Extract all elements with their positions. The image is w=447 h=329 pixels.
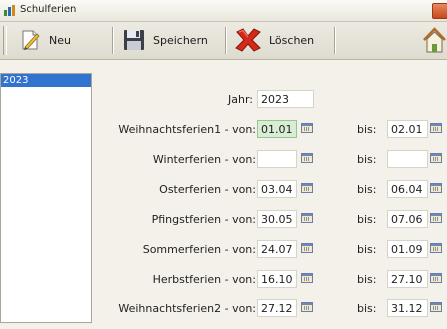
holiday-label: Osterferien - von: bbox=[159, 183, 256, 196]
home-icon bbox=[423, 26, 446, 52]
to-date-field[interactable] bbox=[387, 150, 428, 168]
from-date-field[interactable]: 24.07 bbox=[257, 240, 297, 258]
holiday-label: Herbstferien - von: bbox=[152, 273, 256, 286]
from-date-field[interactable]: 27.12 bbox=[257, 299, 297, 317]
holiday-row: Herbstferien - von: 16.10 bis: 27.10 bbox=[100, 270, 447, 290]
holiday-row: Weihnachtsferien2 - von: 27.12 bis: 31.1… bbox=[100, 299, 447, 319]
year-list: 2023 bbox=[0, 73, 92, 323]
to-date-field[interactable]: 02.01 bbox=[387, 120, 428, 138]
holiday-row: Winterferien - von: bis: bbox=[100, 150, 447, 170]
calendar-icon[interactable] bbox=[430, 153, 442, 163]
holiday-row: Sommerferien - von: 24.07 bis: 01.09 bbox=[100, 240, 447, 260]
from-date-field[interactable]: 30.05 bbox=[257, 210, 297, 228]
holiday-row: Osterferien - von: 03.04 bis: 06.04 bbox=[100, 180, 447, 200]
calendar-icon[interactable] bbox=[430, 302, 442, 312]
toolbar-separator bbox=[225, 27, 227, 54]
holiday-label: Weihnachtsferien2 - von: bbox=[118, 302, 256, 315]
holiday-label: Sommerferien - von: bbox=[142, 243, 256, 256]
to-label: bis: bbox=[357, 273, 377, 286]
from-date-field[interactable] bbox=[257, 150, 297, 168]
year-field[interactable]: 2023 bbox=[257, 90, 314, 108]
home-button[interactable] bbox=[422, 24, 447, 56]
calendar-icon[interactable] bbox=[430, 273, 442, 283]
calendar-icon[interactable] bbox=[301, 183, 313, 193]
floppy-disk-icon bbox=[124, 30, 144, 50]
from-date-field[interactable]: 16.10 bbox=[257, 270, 297, 288]
holiday-row: Pfingstferien - von: 30.05 bis: 07.06 bbox=[100, 210, 447, 230]
holiday-label: Weihnachtsferien1 - von: bbox=[118, 123, 256, 136]
to-label: bis: bbox=[357, 123, 377, 136]
delete-button[interactable]: Löschen bbox=[228, 24, 320, 56]
holiday-label: Pfingstferien - von: bbox=[151, 213, 256, 226]
new-document-icon bbox=[22, 30, 40, 50]
to-date-field[interactable]: 07.06 bbox=[387, 210, 428, 228]
calendar-icon[interactable] bbox=[301, 243, 313, 253]
to-date-field[interactable]: 31.12 bbox=[387, 299, 428, 317]
calendar-icon[interactable] bbox=[301, 153, 313, 163]
calendar-icon[interactable] bbox=[430, 123, 442, 133]
save-button-label: Speichern bbox=[153, 33, 208, 47]
toolbar-separator bbox=[112, 27, 114, 54]
to-label: bis: bbox=[357, 213, 377, 226]
holiday-row: Weihnachtsferien1 - von: 01.01 bis: 02.0… bbox=[100, 120, 447, 140]
to-date-field[interactable]: 01.09 bbox=[387, 240, 428, 258]
calendar-icon[interactable] bbox=[301, 302, 313, 312]
to-label: bis: bbox=[357, 302, 377, 315]
save-button[interactable]: Speichern bbox=[116, 24, 214, 56]
red-x-icon bbox=[235, 28, 261, 52]
toolbar: Neu Speichern Löschen bbox=[0, 22, 447, 60]
window-title: Schulferien bbox=[20, 4, 77, 15]
to-label: bis: bbox=[357, 153, 377, 166]
year-list-item[interactable]: 2023 bbox=[1, 74, 91, 87]
new-button[interactable]: Neu bbox=[12, 24, 77, 56]
toolbar-separator bbox=[334, 27, 336, 54]
close-button[interactable] bbox=[432, 3, 447, 19]
toolbar-grip[interactable] bbox=[3, 26, 7, 55]
year-row: Jahr: 2023 bbox=[100, 90, 430, 110]
calendar-icon[interactable] bbox=[301, 123, 313, 133]
calendar-icon[interactable] bbox=[430, 243, 442, 253]
calendar-icon[interactable] bbox=[301, 273, 313, 283]
app-icon bbox=[4, 5, 15, 16]
new-button-label: Neu bbox=[49, 33, 71, 47]
holiday-label: Winterferien - von: bbox=[152, 153, 256, 166]
calendar-icon[interactable] bbox=[430, 183, 442, 193]
title-bar: Schulferien bbox=[0, 0, 447, 22]
calendar-icon[interactable] bbox=[430, 213, 442, 223]
from-date-field[interactable]: 01.01 bbox=[257, 120, 297, 138]
to-date-field[interactable]: 06.04 bbox=[387, 180, 428, 198]
from-date-field[interactable]: 03.04 bbox=[257, 180, 297, 198]
delete-button-label: Löschen bbox=[269, 33, 315, 47]
year-label: Jahr: bbox=[228, 93, 253, 106]
calendar-icon[interactable] bbox=[301, 213, 313, 223]
to-date-field[interactable]: 27.10 bbox=[387, 270, 428, 288]
to-label: bis: bbox=[357, 243, 377, 256]
to-label: bis: bbox=[357, 183, 377, 196]
